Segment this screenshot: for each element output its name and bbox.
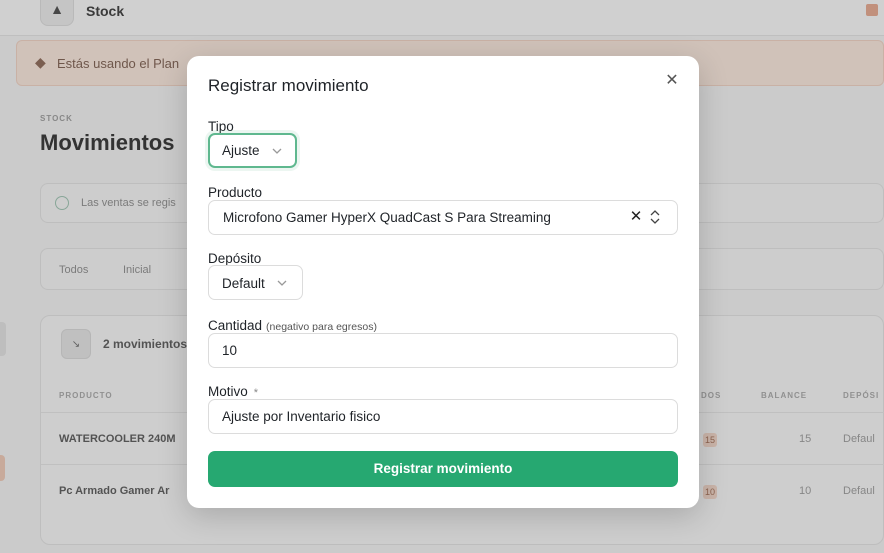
tipo-value: Ajuste — [222, 143, 260, 158]
dialog-title: Registrar movimiento — [208, 76, 369, 95]
producto-value: Microfono Gamer HyperX QuadCast S Para S… — [223, 210, 551, 225]
cantidad-input[interactable] — [222, 334, 677, 367]
producto-label: Producto — [208, 185, 263, 200]
cantidad-label: Cantidad (negativo para egresos) — [208, 318, 377, 333]
cantidad-hint: (negativo para egresos) — [266, 321, 377, 333]
motivo-input-wrapper — [208, 399, 678, 434]
deposito-label: Depósito — [208, 251, 262, 266]
tipo-select[interactable]: Ajuste — [208, 133, 297, 168]
motivo-input[interactable] — [222, 400, 677, 433]
cantidad-label-text: Cantidad — [208, 318, 263, 333]
deposito-select[interactable]: Default — [208, 265, 303, 300]
tipo-label: Tipo — [208, 119, 234, 134]
required-mark: * — [253, 387, 259, 399]
producto-combobox[interactable]: Microfono Gamer HyperX QuadCast S Para S… — [208, 200, 678, 235]
motivo-label-text: Motivo — [208, 384, 248, 399]
motivo-label: Motivo * — [208, 384, 258, 399]
chevron-up-down-icon[interactable] — [649, 208, 661, 226]
close-icon[interactable]: ✕ — [663, 72, 681, 90]
cantidad-input-wrapper — [208, 333, 678, 368]
deposito-value: Default — [222, 276, 265, 291]
chevron-down-icon — [277, 280, 287, 286]
clear-icon[interactable]: ✕ — [629, 209, 643, 225]
chevron-down-icon — [272, 148, 282, 154]
register-movement-button[interactable]: Registrar movimiento — [208, 451, 678, 487]
register-movement-dialog: Registrar movimiento ✕ Tipo Ajuste Produ… — [187, 56, 699, 508]
